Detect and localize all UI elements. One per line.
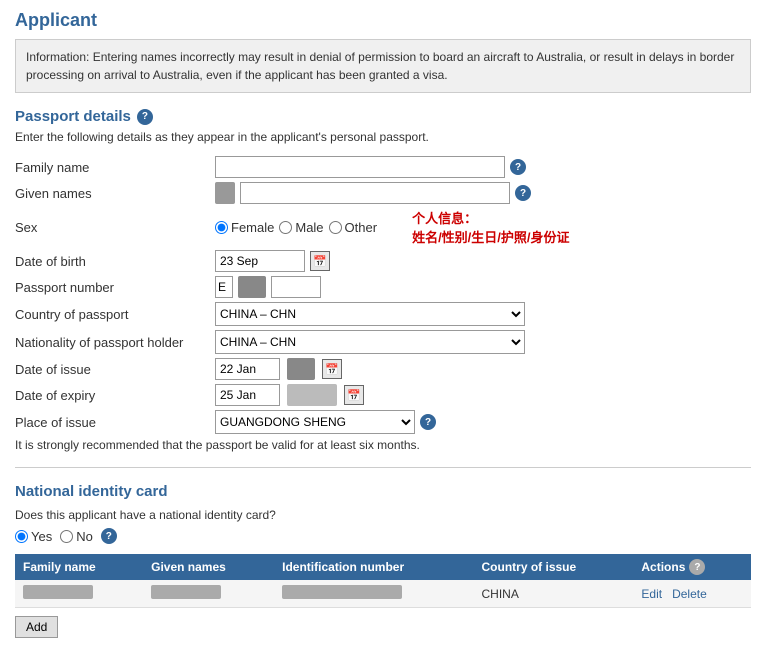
date-of-issue-input[interactable]: [215, 358, 280, 380]
national-id-table: Family name Given names Identification n…: [15, 554, 751, 608]
date-of-birth-field-group: 📅: [215, 250, 330, 272]
section-divider: [15, 467, 751, 468]
col-given-names: Given names: [143, 554, 274, 580]
national-id-yes-label[interactable]: Yes: [15, 529, 52, 544]
sex-male-radio[interactable]: [279, 221, 292, 234]
date-of-expiry-label: Date of expiry: [15, 388, 215, 403]
passport-number-label: Passport number: [15, 280, 215, 295]
passport-number-row: Passport number: [15, 276, 751, 298]
family-name-row: Family name ?: [15, 156, 751, 178]
family-name-help-icon[interactable]: ?: [510, 159, 526, 175]
id-number-blurred: [282, 585, 402, 599]
col-id-number: Identification number: [274, 554, 473, 580]
national-id-radio-group: Yes No ?: [15, 528, 751, 544]
passport-help-icon[interactable]: ?: [137, 109, 153, 125]
annotation-text: 个人信息：姓名/性别/生日/护照/身份证: [412, 208, 569, 246]
given-names-input[interactable]: [240, 182, 510, 204]
date-of-issue-field-group: 📅: [215, 358, 342, 380]
col-actions: Actions ?: [633, 554, 751, 580]
country-of-passport-field-group: CHINA – CHN: [215, 302, 525, 326]
national-id-question: Does this applicant have a national iden…: [15, 508, 751, 522]
place-of-issue-help-icon[interactable]: ?: [420, 414, 436, 430]
table-cell-country: CHINA: [474, 580, 634, 608]
sex-male-label[interactable]: Male: [279, 220, 323, 235]
sex-other-label[interactable]: Other: [329, 220, 378, 235]
family-name-input[interactable]: [215, 156, 505, 178]
nationality-field-group: CHINA – CHN: [215, 330, 525, 354]
table-row: CHINA Edit Delete: [15, 580, 751, 608]
table-cell-family-name: [15, 580, 143, 608]
date-of-expiry-field-group: 📅: [215, 384, 364, 406]
date-of-expiry-input[interactable]: [215, 384, 280, 406]
place-of-issue-field-group: GUANGDONG SHENG ?: [215, 410, 436, 434]
date-of-issue-label: Date of issue: [15, 362, 215, 377]
page-title: Applicant: [15, 10, 751, 31]
table-cell-actions: Edit Delete: [633, 580, 751, 608]
sex-label: Sex: [15, 220, 215, 235]
date-of-issue-row: Date of issue 📅: [15, 358, 751, 380]
family-name-field-group: ?: [215, 156, 526, 178]
add-button[interactable]: Add: [15, 616, 58, 638]
sex-female-radio[interactable]: [215, 221, 228, 234]
sex-other-radio[interactable]: [329, 221, 342, 234]
date-of-birth-label: Date of birth: [15, 254, 215, 269]
date-of-expiry-calendar-icon[interactable]: 📅: [344, 385, 364, 405]
passport-suffix-input[interactable]: [271, 276, 321, 298]
date-of-birth-input[interactable]: [215, 250, 305, 272]
given-names-blurred: [151, 585, 221, 599]
passport-section-title: Passport details ?: [15, 108, 751, 125]
place-of-issue-label: Place of issue: [15, 415, 215, 430]
national-id-yes-radio[interactable]: [15, 530, 28, 543]
passport-description: Enter the following details as they appe…: [15, 130, 751, 144]
country-of-passport-row: Country of passport CHINA – CHN: [15, 302, 751, 326]
col-family-name: Family name: [15, 554, 143, 580]
given-names-field-group: ?: [215, 182, 531, 204]
col-country-of-issue: Country of issue: [474, 554, 634, 580]
national-id-section-title: National identity card: [15, 483, 751, 500]
national-id-help-icon[interactable]: ?: [101, 528, 117, 544]
passport-prefix-input[interactable]: [215, 276, 233, 298]
nationality-label: Nationality of passport holder: [15, 335, 215, 350]
nationality-row: Nationality of passport holder CHINA – C…: [15, 330, 751, 354]
place-of-issue-select[interactable]: GUANGDONG SHENG: [215, 410, 415, 434]
place-of-issue-row: Place of issue GUANGDONG SHENG ?: [15, 410, 751, 434]
given-names-help-icon[interactable]: ?: [515, 185, 531, 201]
passport-number-field-group: [215, 276, 321, 298]
sex-female-label[interactable]: Female: [215, 220, 274, 235]
date-of-birth-row: Date of birth 📅: [15, 250, 751, 272]
family-name-label: Family name: [15, 160, 215, 175]
sex-row: Sex Female Male Other 个人信息：姓名/性别/生日/护照/身…: [15, 208, 751, 246]
table-cell-given-names: [143, 580, 274, 608]
given-names-row: Given names ?: [15, 182, 751, 204]
family-name-blurred: [23, 585, 93, 599]
nationality-select[interactable]: CHINA – CHN: [215, 330, 525, 354]
date-of-expiry-row: Date of expiry 📅: [15, 384, 751, 406]
national-id-no-label[interactable]: No: [60, 529, 93, 544]
table-cell-id-number: [274, 580, 473, 608]
country-of-passport-select[interactable]: CHINA – CHN: [215, 302, 525, 326]
edit-link[interactable]: Edit: [641, 587, 662, 601]
given-names-label: Given names: [15, 186, 215, 201]
national-id-no-radio[interactable]: [60, 530, 73, 543]
sex-radio-group: Female Male Other 个人信息：姓名/性别/生日/护照/身份证: [215, 208, 570, 246]
actions-help-icon[interactable]: ?: [689, 559, 705, 575]
info-box: Information: Entering names incorrectly …: [15, 39, 751, 93]
country-of-passport-label: Country of passport: [15, 307, 215, 322]
date-of-issue-calendar-icon[interactable]: 📅: [322, 359, 342, 379]
delete-link[interactable]: Delete: [672, 587, 707, 601]
table-header-row: Family name Given names Identification n…: [15, 554, 751, 580]
passport-note: It is strongly recommended that the pass…: [15, 438, 751, 452]
date-of-birth-calendar-icon[interactable]: 📅: [310, 251, 330, 271]
